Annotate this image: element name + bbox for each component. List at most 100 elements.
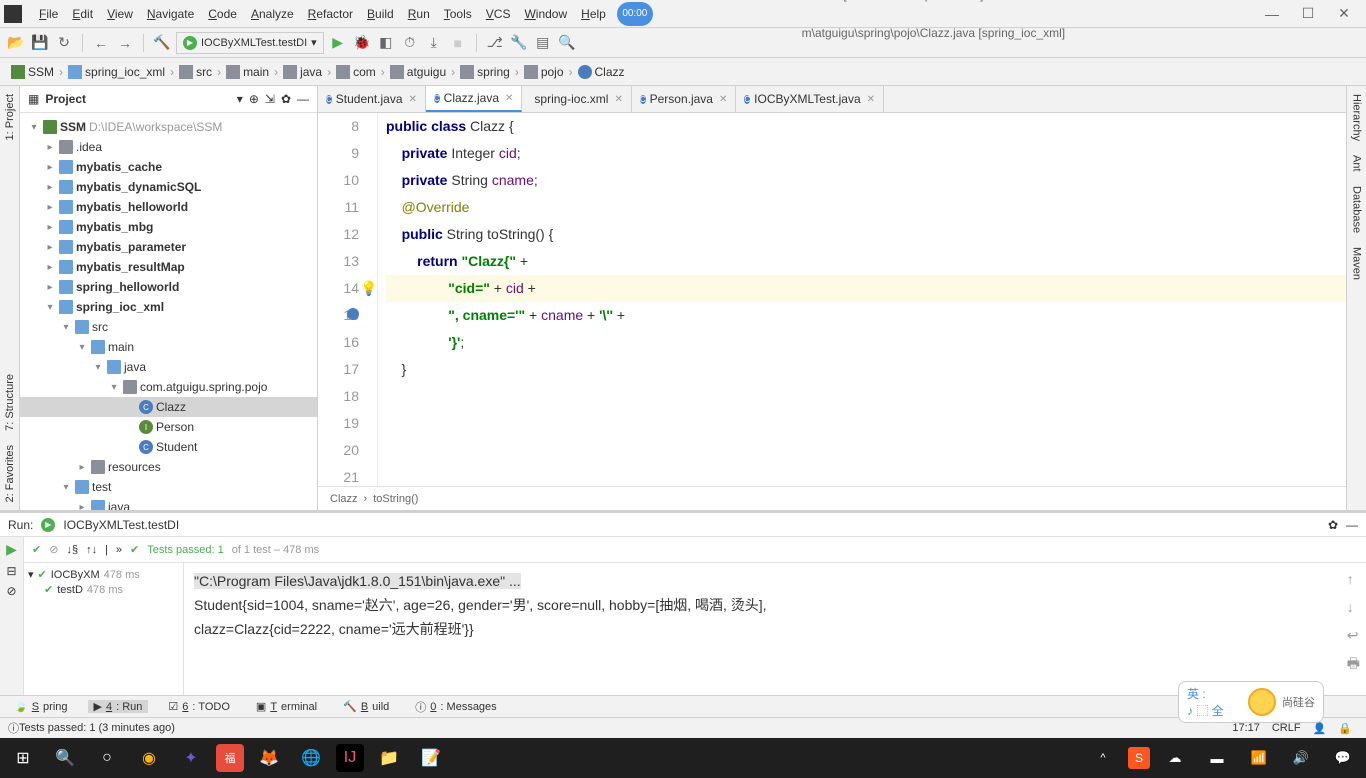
run-settings-icon[interactable]: ✿ xyxy=(1328,518,1338,532)
close-tab-icon[interactable]: ✕ xyxy=(505,93,513,104)
soft-wrap-icon[interactable]: ↩ xyxy=(1347,623,1360,647)
menu-file[interactable]: File xyxy=(32,7,65,21)
next-icon[interactable]: » xyxy=(116,544,122,556)
menu-analyze[interactable]: Analyze xyxy=(244,7,301,21)
bottom-tab[interactable]: 🔨Build xyxy=(337,700,395,713)
tree-item[interactable]: IPerson xyxy=(20,417,317,437)
maximize-button[interactable]: ☐ xyxy=(1290,0,1326,28)
bottom-tab[interactable]: 🍃Spring xyxy=(8,700,74,713)
tree-item[interactable]: ▸resources xyxy=(20,457,317,477)
editor-tab[interactable]: CPerson.java✕ xyxy=(632,86,737,112)
inspection-icon[interactable]: 👤 xyxy=(1307,722,1333,735)
tree-item[interactable]: ▾SSM D:\IDEA\workspace\SSM xyxy=(20,117,317,137)
tree-item[interactable]: ▸mybatis_resultMap xyxy=(20,257,317,277)
menu-help[interactable]: Help xyxy=(574,7,613,21)
tree-item[interactable]: ▸mybatis_mbg xyxy=(20,217,317,237)
close-tab-icon[interactable]: ✕ xyxy=(409,94,417,105)
breadcrumb-item[interactable]: Clazz xyxy=(575,65,628,79)
hide-icon[interactable]: — xyxy=(297,92,309,106)
search-button[interactable]: 🔍 xyxy=(48,741,82,775)
menu-view[interactable]: View xyxy=(100,7,140,21)
stop-button[interactable]: ■ xyxy=(448,33,468,53)
test-tree-item[interactable]: ✔testD 478 ms xyxy=(28,582,179,597)
tray-up-icon[interactable]: ^ xyxy=(1086,741,1120,775)
tree-item[interactable]: ▾test xyxy=(20,477,317,497)
firefox-icon[interactable]: 🦊 xyxy=(252,741,286,775)
breadcrumb-item[interactable]: spring_ioc_xml xyxy=(65,65,168,79)
bottom-tab[interactable]: ☑6: TODO xyxy=(162,700,236,713)
print-icon[interactable]: 🖶 xyxy=(1347,651,1360,675)
editor-tab[interactable]: CClazz.java✕ xyxy=(426,86,523,112)
code-line[interactable]: @Override xyxy=(386,194,1346,221)
volume-icon[interactable]: 🔊 xyxy=(1284,741,1318,775)
expand-icon[interactable]: ↑↓ xyxy=(86,544,97,556)
bottom-tab[interactable]: ▶4: Run xyxy=(88,700,149,713)
close-button[interactable]: ✕ xyxy=(1326,0,1362,28)
task1-icon[interactable]: ◉ xyxy=(132,741,166,775)
check-icon[interactable]: ✔ xyxy=(32,543,41,556)
forward-icon[interactable]: → xyxy=(115,33,135,53)
menu-code[interactable]: Code xyxy=(201,7,244,21)
tree-item[interactable]: ▸mybatis_cache xyxy=(20,157,317,177)
collapse-icon[interactable]: ⇲ xyxy=(265,92,275,106)
tree-item[interactable]: ▸spring_helloworld xyxy=(20,277,317,297)
tree-item[interactable]: ▸mybatis_dynamicSQL xyxy=(20,177,317,197)
cortana-button[interactable]: ○ xyxy=(90,741,124,775)
tree-item[interactable]: ▾main xyxy=(20,337,317,357)
breadcrumb-item[interactable]: com xyxy=(333,65,379,79)
toggle-button[interactable]: ⊟ xyxy=(6,564,16,578)
lock-icon[interactable]: 🔒 xyxy=(1332,722,1358,735)
code-line[interactable]: public String toString() { xyxy=(386,221,1346,248)
minimize-button[interactable]: — xyxy=(1254,0,1290,28)
tree-item[interactable]: ▸java xyxy=(20,497,317,510)
run-hide-icon[interactable]: — xyxy=(1346,518,1358,532)
battery-icon[interactable]: ▬ xyxy=(1200,741,1234,775)
locate-icon[interactable]: ⊕ xyxy=(249,92,259,106)
tree-item[interactable]: ▸mybatis_helloworld xyxy=(20,197,317,217)
breadcrumb-item[interactable]: src xyxy=(176,65,215,79)
close-tab-icon[interactable]: ✕ xyxy=(614,94,622,105)
menu-navigate[interactable]: Navigate xyxy=(140,7,201,21)
breadcrumb-item[interactable]: atguigu xyxy=(387,65,449,79)
menu-refactor[interactable]: Refactor xyxy=(301,7,360,21)
run-button[interactable]: ▶ xyxy=(328,33,348,53)
tree-item[interactable]: ▸mybatis_parameter xyxy=(20,237,317,257)
task2-icon[interactable]: ✦ xyxy=(174,741,208,775)
test-tree-item[interactable]: ▾✔IOCByXM 478 ms xyxy=(28,567,179,582)
breadcrumb-item[interactable]: main xyxy=(223,65,272,79)
menu-vcs[interactable]: VCS xyxy=(479,7,518,21)
close-tab-icon[interactable]: ✕ xyxy=(719,94,727,105)
editor-tab[interactable]: CStudent.java✕ xyxy=(318,86,426,112)
tree-item[interactable]: CStudent xyxy=(20,437,317,457)
attach-button[interactable]: ⤓ xyxy=(424,33,444,53)
code-line[interactable]: public class Clazz { xyxy=(386,113,1346,140)
menu-run[interactable]: Run xyxy=(401,7,437,21)
menu-window[interactable]: Window xyxy=(517,7,574,21)
code-line[interactable]: return "Clazz{" + xyxy=(386,248,1346,275)
settings-icon[interactable]: ✿ xyxy=(281,92,291,106)
tree-item[interactable]: ▾com.atguigu.spring.pojo xyxy=(20,377,317,397)
refresh-icon[interactable]: ↻ xyxy=(54,33,74,53)
fail-icon[interactable]: ⊘ xyxy=(49,543,58,556)
code-line[interactable]: ", cname='" + cname + '\'' + xyxy=(386,302,1346,329)
editor-tab[interactable]: spring-ioc.xml✕ xyxy=(522,86,631,112)
code-line[interactable]: '}'; xyxy=(386,329,1346,356)
tree-item[interactable]: ▾java xyxy=(20,357,317,377)
breadcrumb-item[interactable]: SSM xyxy=(8,65,57,79)
search-icon[interactable]: 🔍 xyxy=(557,33,577,53)
breadcrumb-item[interactable]: pojo xyxy=(521,65,567,79)
left-gutter-tabs[interactable]: 1: Project 7: Structure 2: Favorites xyxy=(0,86,20,510)
structure-icon[interactable]: ▤ xyxy=(533,33,553,53)
close-tab-icon[interactable]: ✕ xyxy=(867,94,875,105)
tree-item[interactable]: ▸.idea xyxy=(20,137,317,157)
menu-build[interactable]: Build xyxy=(360,7,401,21)
menu-tools[interactable]: Tools xyxy=(437,7,479,21)
explorer-icon[interactable]: 📁 xyxy=(372,741,406,775)
menu-edit[interactable]: Edit xyxy=(65,7,100,21)
coverage-button[interactable]: ◧ xyxy=(376,33,396,53)
settings-icon[interactable]: 🔧 xyxy=(509,33,529,53)
code-line[interactable]: private String cname; xyxy=(386,167,1346,194)
tree-item[interactable]: ▾src xyxy=(20,317,317,337)
back-icon[interactable]: ← xyxy=(91,33,111,53)
run-config-dropdown[interactable]: ▶IOCByXMLTest.testDI▾ xyxy=(176,32,324,54)
